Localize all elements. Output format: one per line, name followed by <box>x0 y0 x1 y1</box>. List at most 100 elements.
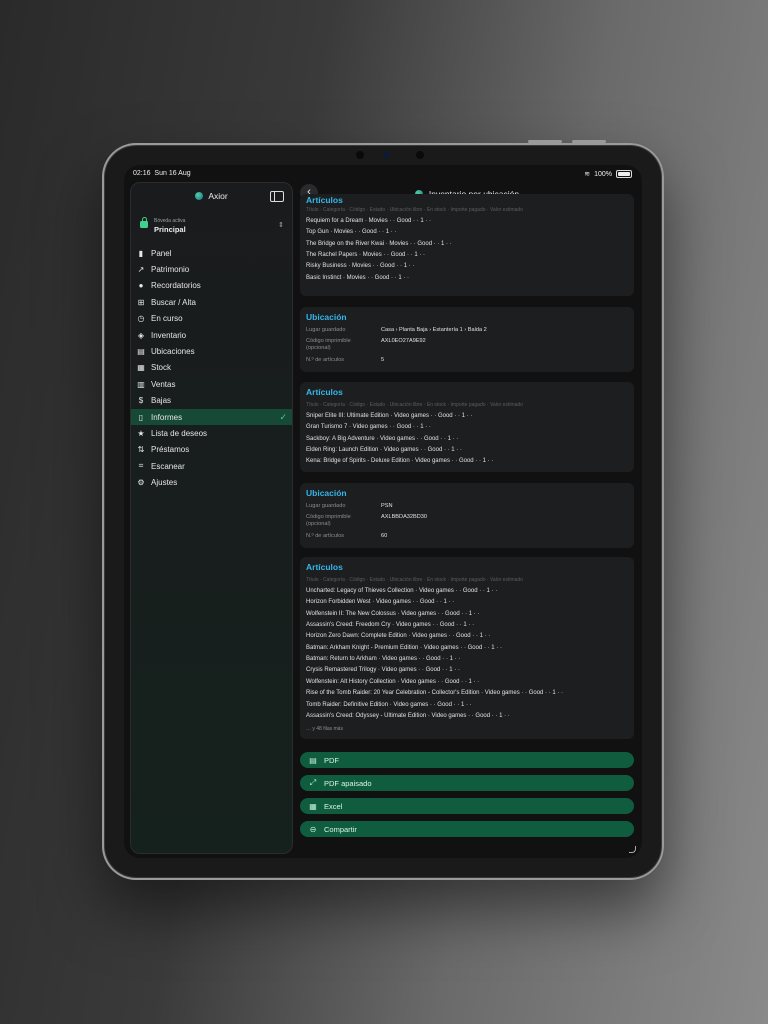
table-row: Wolfenstein: Alt History Collection · Vi… <box>306 678 480 685</box>
table-row: Basic Instinct · Movies · · Good · · 1 ·… <box>306 274 410 281</box>
sidebar-item-label: Ventas <box>151 379 176 389</box>
table-row: Uncharted: Legacy of Thieves Collection … <box>306 588 498 594</box>
sidebar-item-inventario[interactable]: ◈ Inventario <box>131 327 292 343</box>
field-value: 5 <box>381 357 385 363</box>
card-title: Artículos <box>306 387 343 397</box>
pdf-landscape-icon: ⤢ <box>309 778 317 787</box>
location-card: Ubicación Lugar guardado PSN Código imprimi… <box>300 483 634 548</box>
sidebar-item-label: En curso <box>151 314 183 324</box>
vault-name: Principal <box>154 225 186 234</box>
pdf-icon: ▤ <box>309 755 317 765</box>
table-row: Gran Turismo 7 · Video games · · Good · … <box>306 424 431 431</box>
sensor <box>356 151 364 159</box>
sidebar-item-bajas[interactable]: $ Bajas <box>131 393 292 409</box>
field-value: AXLBBDA32BD30 <box>381 514 428 520</box>
pdf-apaisado-button[interactable]: ⤢ PDF apaisado <box>300 775 634 791</box>
field-value: Casa › Planta Baja › Estantería 1 › Bald… <box>381 327 487 333</box>
wifi-icon: ≋ <box>584 171 591 178</box>
field-label: N.º de artículos <box>306 357 345 363</box>
button-label: PDF apaisado <box>324 778 372 788</box>
table-row: Assassin's Creed: Freedom Cry · Video ga… <box>306 622 475 629</box>
card-title: Artículos <box>306 562 343 572</box>
sidebar-item-ubicaciones[interactable]: ▤ Ubicaciones <box>131 343 292 359</box>
status-time: 02:16 Sun 16 Aug <box>133 170 191 177</box>
field-value: AXL0EO27A9E92 <box>381 338 426 344</box>
table-row: Rise of the Tomb Raider: 20 Year Celebra… <box>306 690 564 697</box>
sidebar-item-en-curso[interactable]: ◷ En curso <box>131 311 292 327</box>
field-label: Lugar guardado <box>306 503 346 509</box>
lock-icon <box>140 217 148 228</box>
sidebar-item-label: Inventario <box>151 330 187 340</box>
table-row: Sackboy: A Big Adventure · Video games ·… <box>306 435 459 442</box>
barcode-icon: ▥ <box>137 379 145 389</box>
field-value: PSN <box>381 503 393 509</box>
sidebar-item-stock[interactable]: ▦ Stock <box>131 360 292 376</box>
sidebar-item-recordatorios[interactable]: ● Recordatorios <box>131 278 292 294</box>
sidebar: Axior Bóveda activa Principal ⇕ ▮ Panel ↗ P… <box>130 182 293 854</box>
table-row: Horizon Zero Dawn: Complete Edition · Vi… <box>306 633 491 640</box>
sidebar-item-escanear[interactable]: ⌗ Escanear <box>131 458 292 474</box>
table-row: Wolfenstein II: The New Colossus · Video… <box>306 610 480 617</box>
bell-icon: ● <box>138 281 144 291</box>
gear-icon: ⚙ <box>137 478 145 488</box>
dollar-icon: $ <box>138 396 144 406</box>
table-row: Risky Business · Movies · · Good · · 1 ·… <box>306 263 415 270</box>
more-rows-note: … y 48 filas más <box>306 726 343 733</box>
sidebar-item-label: Préstamos <box>151 445 190 455</box>
sidebar-item-ajustes[interactable]: ⚙ Ajustes <box>131 474 292 490</box>
location-card: Ubicación Lugar guardado Casa › Planta Baj… <box>300 307 634 372</box>
sidebar-item-label: Ajustes <box>151 478 178 488</box>
table-row: Horizon Forbidden West · Video games · ·… <box>306 599 455 606</box>
sidebar-item-label: Panel <box>151 248 172 258</box>
table-row: The Bridge on the River Kwai · Movies · … <box>306 240 452 247</box>
volume-button <box>572 140 606 143</box>
map-icon: ▤ <box>137 347 145 357</box>
pdf-button[interactable]: ▤ PDF <box>300 752 634 768</box>
sidebar-item-label: Lista de deseos <box>151 428 208 438</box>
sidebar-item-buscar-alta[interactable]: ⊞ Buscar / Alta <box>131 294 292 310</box>
table-row: Batman: Arkham Knight - Premium Edition … <box>306 644 502 651</box>
sidebar-item-préstamos[interactable]: ⇅ Préstamos <box>131 442 292 458</box>
sidebar-item-label: Recordatorios <box>151 281 201 291</box>
table-row: Kena: Bridge of Spirits - Deluxe Edition… <box>306 458 494 465</box>
sidebar-item-lista-de-deseos[interactable]: ★ Lista de deseos <box>131 425 292 441</box>
sidebar-item-label: Bajas <box>151 396 172 406</box>
articles-card: Artículos Título · Categoría · Código · E… <box>300 382 634 472</box>
table-row: Top Gun · Movies · · Good · · 1 · · <box>306 229 397 236</box>
app-logo-icon <box>195 192 204 200</box>
vault-label: Bóveda activa <box>154 218 186 224</box>
sidebar-item-ventas[interactable]: ▥ Ventas <box>131 376 292 392</box>
button-label: PDF <box>324 755 339 765</box>
screen: 02:16 Sun 16 Aug ≋ 100% Axior Bóveda act… <box>124 165 642 858</box>
sidebar-item-informes[interactable]: ▯ Informes ✓ <box>131 408 292 426</box>
articles-card: Artículos Título · Categoría · Código · E… <box>300 194 634 296</box>
clock-icon: ◷ <box>137 314 145 324</box>
sidebar-item-label: Buscar / Alta <box>151 297 196 307</box>
sidebar-item-label: Stock <box>151 363 172 373</box>
table-row: The Rachel Papers · Movies · · Good · · … <box>306 252 426 259</box>
vault-selector[interactable]: Bóveda activa Principal ⇕ <box>137 216 287 238</box>
status-bar: 02:16 Sun 16 Aug ≋ 100% <box>124 165 642 183</box>
sidebar-toggle-icon[interactable] <box>270 191 284 202</box>
sidebar-item-panel[interactable]: ▮ Panel <box>131 245 292 261</box>
sensor <box>416 151 424 159</box>
field-label: Código imprimible (opcional) <box>306 338 351 351</box>
volume-button <box>528 140 562 143</box>
field-label: Código imprimible (opcional) <box>306 514 351 527</box>
card-title: Ubicación <box>306 312 347 322</box>
status-right: ≋ 100% <box>584 170 632 178</box>
sidebar-item-patrimonio[interactable]: ↗ Patrimonio <box>131 261 292 277</box>
field-value: 60 <box>381 533 388 539</box>
table-row: Elden Ring: Launch Edition · Video games… <box>306 447 462 454</box>
card-title: Ubicación <box>306 488 347 498</box>
excel-button[interactable]: ▦ Excel <box>300 798 634 814</box>
trend-icon: ↗ <box>137 265 145 275</box>
share-icon: ⊖ <box>309 824 317 834</box>
chevron-updown-icon: ⇕ <box>278 222 284 229</box>
bar-chart-icon: ▮ <box>138 248 144 258</box>
sidebar-item-label: Ubicaciones <box>151 347 195 357</box>
grid-icon: ⊞ <box>137 297 145 307</box>
sidebar-item-label: Informes <box>151 412 183 422</box>
table-header: Título · Categoría · Código · Estado · U… <box>306 207 523 213</box>
compartir-button[interactable]: ⊖ Compartir <box>300 821 634 837</box>
